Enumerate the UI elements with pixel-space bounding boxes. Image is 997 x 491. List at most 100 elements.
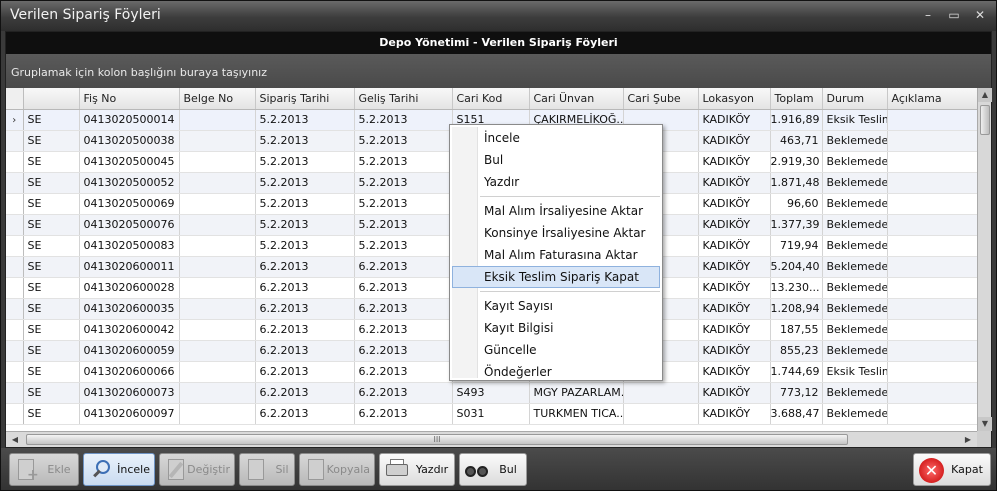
cell-toplam[interactable]: 96,60 (770, 193, 823, 215)
cell-gelis-tarihi[interactable]: 6.2.2013 (354, 256, 453, 278)
cell-lokasyon[interactable]: KADIKÖY (698, 130, 771, 152)
cell-gelis-tarihi[interactable]: 6.2.2013 (354, 340, 453, 362)
cell-belge-no[interactable] (179, 193, 256, 215)
row-indicator[interactable] (6, 214, 24, 236)
cell-durum[interactable]: Beklemede (822, 172, 888, 194)
cell-lokasyon[interactable]: KADIKÖY (698, 193, 771, 215)
cell-durum[interactable]: Eksik Teslim (822, 361, 888, 383)
close-window-button[interactable]: ✕ (972, 7, 988, 23)
context-menu-item[interactable]: Kayıt Sayısı (450, 295, 662, 317)
cell-type[interactable]: SE (23, 340, 80, 362)
cell-fis-no[interactable]: 0413020500069 (79, 193, 180, 215)
cell-aciklama[interactable] (887, 277, 977, 299)
row-indicator[interactable] (6, 319, 24, 341)
cell-belge-no[interactable] (179, 172, 256, 194)
cell-gelis-tarihi[interactable]: 5.2.2013 (354, 193, 453, 215)
cell-lokasyon[interactable]: KADIKÖY (698, 109, 771, 131)
cell-type[interactable]: SE (23, 151, 80, 173)
cell-aciklama[interactable] (887, 340, 977, 362)
cell-belge-no[interactable] (179, 340, 256, 362)
cell-siparis-tarihi[interactable]: 5.2.2013 (255, 130, 355, 152)
cell-fis-no[interactable]: 0413020600059 (79, 340, 180, 362)
cell-durum[interactable]: Beklemede (822, 214, 888, 236)
cell-durum[interactable]: Beklemede (822, 340, 888, 362)
cell-type[interactable]: SE (23, 172, 80, 194)
cell-gelis-tarihi[interactable]: 5.2.2013 (354, 214, 453, 236)
cell-fis-no[interactable]: 0413020500076 (79, 214, 180, 236)
cell-durum[interactable]: Beklemede (822, 151, 888, 173)
maximize-button[interactable]: ▭ (946, 7, 962, 23)
context-menu-item[interactable]: Yazdır (450, 171, 662, 193)
cell-siparis-tarihi[interactable]: 5.2.2013 (255, 172, 355, 194)
vertical-scroll-thumb[interactable] (980, 105, 990, 135)
view-button[interactable]: İncele (83, 453, 155, 486)
cell-type[interactable]: SE (23, 319, 80, 341)
cell-toplam[interactable]: 1.208,94 (770, 298, 823, 320)
column-header-siparis-tarihi[interactable]: Sipariş Tarihi (255, 88, 355, 110)
cell-aciklama[interactable] (887, 130, 977, 152)
row-indicator[interactable] (6, 361, 24, 383)
cell-lokasyon[interactable]: KADIKÖY (698, 214, 771, 236)
cell-siparis-tarihi[interactable]: 6.2.2013 (255, 403, 355, 425)
cell-cari-unvan[interactable]: TURKMEN TICA... (529, 403, 624, 425)
column-header-type[interactable] (23, 88, 80, 110)
cell-durum[interactable]: Eksik Teslim (822, 109, 888, 131)
cell-toplam[interactable]: 773,12 (770, 382, 823, 404)
cell-belge-no[interactable] (179, 151, 256, 173)
row-indicator[interactable] (6, 298, 24, 320)
edit-button[interactable]: Değiştir (159, 453, 235, 486)
cell-fis-no[interactable]: 0413020600066 (79, 361, 180, 383)
cell-gelis-tarihi[interactable]: 5.2.2013 (354, 109, 453, 131)
column-header-cari-kod[interactable]: Cari Kod (452, 88, 530, 110)
cell-toplam[interactable]: 187,55 (770, 319, 823, 341)
horizontal-scroll-thumb[interactable]: III (26, 434, 848, 445)
row-indicator[interactable] (6, 382, 24, 404)
cell-durum[interactable]: Beklemede (822, 382, 888, 404)
cell-aciklama[interactable] (887, 235, 977, 257)
column-header-gelis-tarihi[interactable]: Geliş Tarihi (354, 88, 453, 110)
cell-siparis-tarihi[interactable]: 5.2.2013 (255, 214, 355, 236)
cell-siparis-tarihi[interactable]: 6.2.2013 (255, 256, 355, 278)
cell-toplam[interactable]: 463,71 (770, 130, 823, 152)
row-indicator[interactable] (6, 340, 24, 362)
cell-type[interactable]: SE (23, 235, 80, 257)
cell-type[interactable]: SE (23, 298, 80, 320)
context-menu-item[interactable]: Bul (450, 149, 662, 171)
column-header-durum[interactable]: Durum (822, 88, 888, 110)
cell-cari-kod[interactable]: S031 (452, 403, 530, 425)
cell-lokasyon[interactable]: KADIKÖY (698, 361, 771, 383)
cell-aciklama[interactable] (887, 172, 977, 194)
cell-toplam[interactable]: 13.230... (770, 277, 823, 299)
cell-siparis-tarihi[interactable]: 5.2.2013 (255, 109, 355, 131)
cell-gelis-tarihi[interactable]: 6.2.2013 (354, 319, 453, 341)
cell-durum[interactable]: Beklemede (822, 319, 888, 341)
column-header-cari-unvan[interactable]: Cari Ünvan (529, 88, 624, 110)
cell-siparis-tarihi[interactable]: 5.2.2013 (255, 235, 355, 257)
cell-fis-no[interactable]: 0413020600097 (79, 403, 180, 425)
scroll-up-icon[interactable]: ▲ (978, 88, 992, 102)
cell-siparis-tarihi[interactable]: 6.2.2013 (255, 277, 355, 299)
row-indicator[interactable] (6, 151, 24, 173)
column-header-aciklama[interactable]: Açıklama (887, 88, 977, 110)
cell-durum[interactable]: Beklemede (822, 277, 888, 299)
table-row[interactable]: SE 0413020600097 6.2.2013 6.2.2013 S031 TURKM… (6, 403, 977, 425)
cell-belge-no[interactable] (179, 382, 256, 404)
cell-type[interactable]: SE (23, 130, 80, 152)
cell-lokasyon[interactable]: KADIKÖY (698, 277, 771, 299)
context-menu-item[interactable]: Güncelle (450, 339, 662, 361)
cell-siparis-tarihi[interactable]: 5.2.2013 (255, 151, 355, 173)
cell-belge-no[interactable] (179, 361, 256, 383)
cell-toplam[interactable]: 2.919,30 (770, 151, 823, 173)
cell-toplam[interactable]: 1.744,69 (770, 361, 823, 383)
column-header-toplam[interactable]: Toplam (770, 88, 823, 110)
cell-aciklama[interactable] (887, 214, 977, 236)
cell-gelis-tarihi[interactable]: 5.2.2013 (354, 172, 453, 194)
cell-aciklama[interactable] (887, 193, 977, 215)
cell-fis-no[interactable]: 0413020600011 (79, 256, 180, 278)
cell-aciklama[interactable] (887, 151, 977, 173)
cell-toplam[interactable]: 5.204,40 (770, 256, 823, 278)
cell-aciklama[interactable] (887, 319, 977, 341)
cell-toplam[interactable]: 1.916,89 (770, 109, 823, 131)
cell-lokasyon[interactable]: KADIKÖY (698, 151, 771, 173)
cell-gelis-tarihi[interactable]: 6.2.2013 (354, 277, 453, 299)
